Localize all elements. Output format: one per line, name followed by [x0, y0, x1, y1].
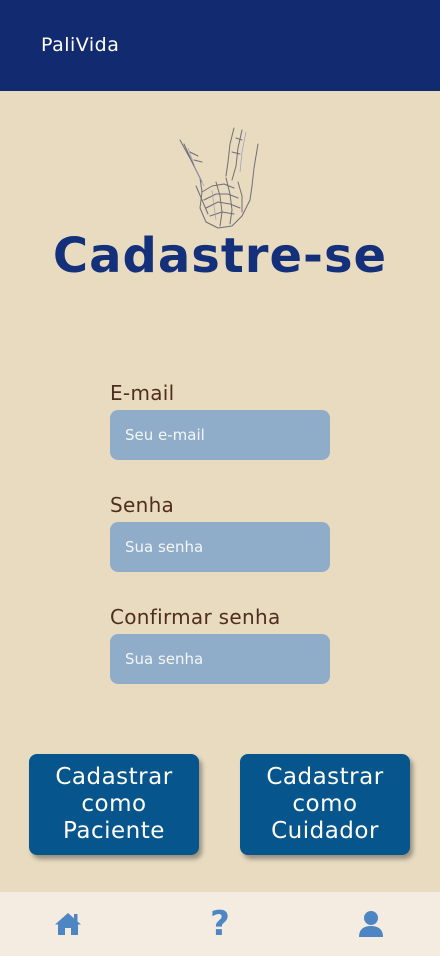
- user-icon: [359, 911, 383, 937]
- password-field[interactable]: [110, 522, 330, 572]
- confirm-password-label: Confirmar senha: [110, 605, 281, 629]
- app-header: PaliVida: [0, 0, 440, 91]
- confirm-password-field[interactable]: [110, 634, 330, 684]
- register-patient-button[interactable]: Cadastrar como Paciente: [29, 754, 199, 855]
- bottom-navigation: ?: [0, 892, 440, 956]
- nav-item-home[interactable]: [38, 892, 98, 956]
- help-icon: ?: [210, 904, 230, 944]
- nav-item-help[interactable]: ?: [190, 892, 250, 956]
- password-label: Senha: [110, 493, 175, 517]
- email-label: E-mail: [110, 381, 175, 405]
- app-name: PaliVida: [41, 34, 120, 56]
- email-field[interactable]: [110, 410, 330, 460]
- nav-item-profile[interactable]: [341, 892, 401, 956]
- page-title: Cadastre-se: [52, 228, 388, 284]
- register-caregiver-button[interactable]: Cadastrar como Cuidador: [240, 754, 410, 855]
- home-icon: [55, 913, 81, 935]
- holding-hands-logo-icon: [179, 127, 259, 229]
